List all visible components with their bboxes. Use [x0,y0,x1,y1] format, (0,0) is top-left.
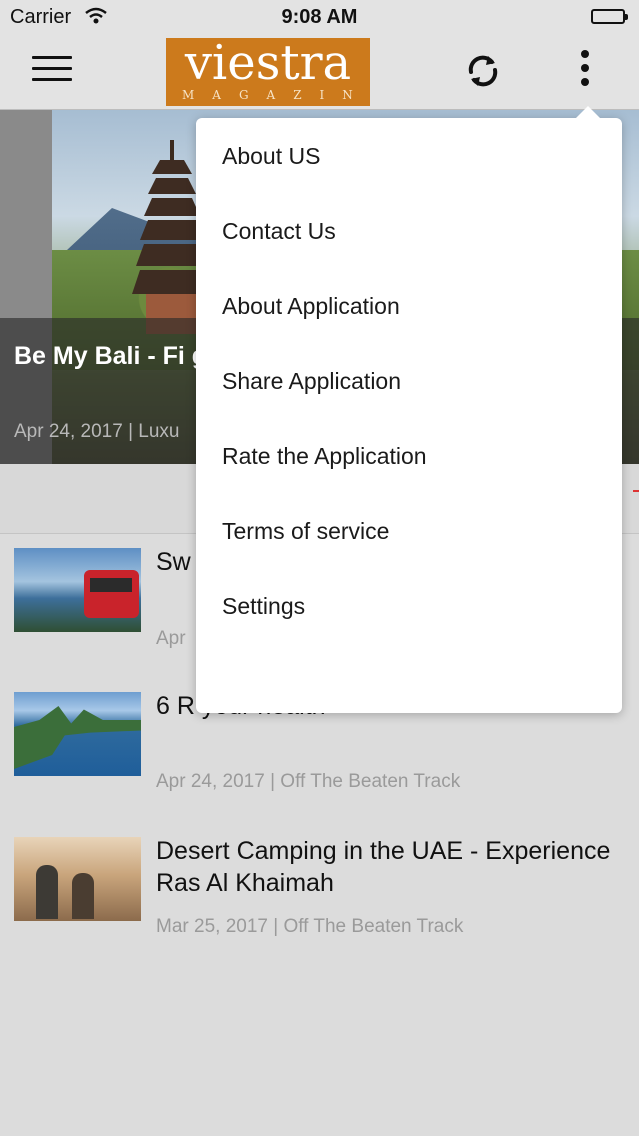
status-bar: Carrier 9:08 AM [0,0,639,36]
article-thumbnail [14,548,141,632]
menu-item-settings[interactable]: Settings [222,576,602,636]
article-meta: Apr [156,628,186,649]
article-meta: Apr 24, 2017 | Off The Beaten Track [156,771,461,792]
more-vertical-icon[interactable] [572,50,598,94]
status-time: 9:08 AM [281,6,358,28]
overflow-menu: About US Contact Us About Application Sh… [196,106,622,713]
logo-wordmark: viestra [184,38,352,91]
menu-item-about-application[interactable]: About Application [222,276,602,336]
article-thumbnail [14,837,141,921]
app-logo: viestra MAGAZINE [166,38,370,106]
battery-icon [591,9,628,24]
nav-bar: viestra MAGAZINE [0,36,639,110]
article-meta: Mar 25, 2017 | Off The Beaten Track [156,916,464,937]
article-thumbnail [14,692,141,776]
menu-item-rate-application[interactable]: Rate the Application [222,426,602,486]
hero-meta: Apr 24, 2017 | Luxu [14,421,180,442]
menu-item-share-application[interactable]: Share Application [222,351,602,411]
article-title: Desert Camping in the UAE - Experience R… [156,837,611,897]
logo-subtext: MAGAZINE [182,88,370,102]
strip-accent [633,490,639,492]
menu-item-about-us[interactable]: About US [222,126,602,186]
refresh-icon[interactable] [462,50,504,92]
menu-item-contact-us[interactable]: Contact Us [222,201,602,261]
list-item[interactable]: Desert Camping in the UAE - Experience R… [0,837,639,957]
menu-item-terms-of-service[interactable]: Terms of service [222,501,602,561]
hamburger-icon[interactable] [32,56,72,86]
